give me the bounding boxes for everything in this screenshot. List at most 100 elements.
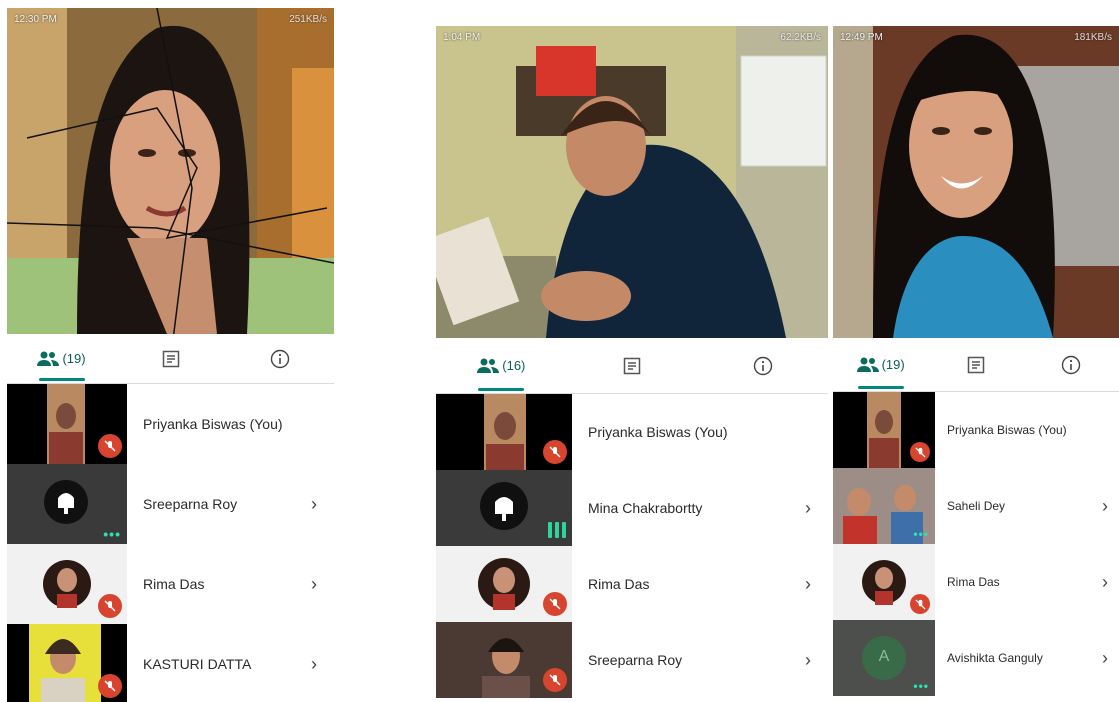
video-frame (833, 26, 1119, 338)
chevron-right-icon: › (805, 497, 811, 518)
participant-thumbnail: ••• (7, 464, 127, 544)
participant-thumbnail (436, 394, 572, 470)
tab-chat[interactable] (116, 334, 225, 383)
main-video: 1:04 PM 62.2KB/s (436, 26, 828, 338)
participant-row[interactable]: A ••• Avishikta Ganguly › (833, 620, 1119, 696)
info-icon (270, 349, 289, 368)
participant-row[interactable]: ••• Sreeparna Roy › (7, 464, 334, 544)
participant-row[interactable]: Rima Das › (7, 544, 334, 624)
status-bar: 1:04 PM 62.2KB/s (436, 26, 828, 48)
main-video: 12:49 PM 181KB/s (833, 26, 1119, 338)
mic-off-icon (543, 668, 567, 692)
participant-row[interactable]: Priyanka Biswas (You) (7, 384, 334, 464)
chevron-right-icon: › (311, 573, 317, 594)
mic-off-icon (98, 594, 122, 618)
mic-off-icon (98, 674, 122, 698)
tab-participants[interactable]: (19) (833, 338, 928, 391)
participant-thumbnail (436, 546, 572, 622)
participant-name: KASTURI DATTA (143, 656, 252, 672)
participant-name: Priyanka Biswas (You) (588, 424, 728, 440)
video-frame (7, 8, 334, 334)
network-speed: 62.2KB/s (780, 31, 821, 43)
participant-name: Saheli Dey (947, 499, 1006, 513)
chat-icon (623, 357, 641, 374)
tab-bar: (16) (436, 338, 828, 394)
participant-thumbnail (7, 384, 127, 464)
participant-name: Sreeparna Roy (143, 496, 238, 512)
participant-thumbnail (436, 622, 572, 698)
screenshot-2: 1:04 PM 62.2KB/s (16) Priyanka Biswas (Y… (436, 26, 828, 702)
main-video: 12:30 PM 251KB/s (7, 8, 334, 334)
speaking-indicator: ••• (913, 527, 929, 541)
participant-list: Priyanka Biswas (You) ••• Saheli Dey › R… (833, 392, 1119, 696)
participant-name: Priyanka Biswas (You) (947, 423, 1067, 437)
participant-name: Rima Das (143, 576, 205, 592)
participant-list: Priyanka Biswas (You) ••• Sreeparna Roy … (7, 384, 334, 702)
participant-row[interactable]: Mina Chakrabortty › (436, 470, 828, 546)
participant-thumbnail (833, 392, 935, 468)
tab-info[interactable] (1024, 338, 1119, 391)
chevron-right-icon: › (805, 649, 811, 670)
participants-count: (16) (502, 358, 526, 373)
status-time: 1:04 PM (443, 31, 481, 43)
participants-count: (19) (62, 351, 86, 366)
tab-bar: (19) (833, 338, 1119, 392)
chevron-right-icon: › (311, 653, 317, 674)
speaking-indicator: ••• (913, 679, 929, 693)
video-frame (436, 26, 828, 338)
speaking-indicator (548, 522, 566, 538)
participant-row[interactable]: Priyanka Biswas (You) (436, 394, 828, 470)
tab-bar: (19) (7, 334, 334, 384)
avatar-letter: A (878, 648, 890, 665)
participant-name: Rima Das (947, 575, 1000, 589)
chevron-right-icon: › (1102, 571, 1108, 592)
participant-name: Rima Das (588, 576, 650, 592)
status-bar: 12:49 PM 181KB/s (833, 26, 1119, 48)
tab-participants[interactable]: (19) (7, 334, 116, 383)
status-time: 12:49 PM (840, 31, 883, 43)
tab-info[interactable] (697, 338, 828, 393)
screenshot-1: 12:30 PM 251KB/s (19) Priyanka Biswas (Y… (7, 8, 334, 702)
chevron-right-icon: › (805, 573, 811, 594)
participant-row[interactable]: Rima Das › (436, 546, 828, 622)
chevron-right-icon: › (311, 493, 317, 514)
participant-name: Mina Chakrabortty (588, 500, 703, 516)
people-icon (856, 357, 879, 372)
people-icon (477, 358, 500, 373)
chevron-right-icon: › (1102, 647, 1108, 668)
network-speed: 181KB/s (1074, 31, 1112, 43)
participant-row[interactable]: KASTURI DATTA › (7, 624, 334, 702)
participant-row[interactable]: Rima Das › (833, 544, 1119, 620)
info-icon (1062, 355, 1081, 374)
participant-name: Priyanka Biswas (You) (143, 416, 283, 432)
participant-thumbnail (436, 470, 572, 546)
participant-thumbnail: ••• (833, 468, 935, 544)
participant-row[interactable]: ••• Saheli Dey › (833, 468, 1119, 544)
mic-off-icon (543, 440, 567, 464)
tab-info[interactable] (225, 334, 334, 383)
participant-list: Priyanka Biswas (You) Mina Chakrabortty … (436, 394, 828, 698)
participant-name: Sreeparna Roy (588, 652, 683, 668)
participant-row[interactable]: Sreeparna Roy › (436, 622, 828, 698)
chevron-right-icon: › (1102, 495, 1108, 516)
network-speed: 251KB/s (289, 13, 327, 25)
status-bar: 12:30 PM 251KB/s (7, 8, 334, 30)
participant-row[interactable]: Priyanka Biswas (You) (833, 392, 1119, 468)
tab-chat[interactable] (567, 338, 698, 393)
screenshot-3: 12:49 PM 181KB/s (19) Priyanka Biswas (Y… (833, 26, 1119, 702)
participant-thumbnail (7, 624, 127, 702)
people-icon (37, 351, 60, 366)
status-time: 12:30 PM (14, 13, 57, 25)
mic-off-icon (543, 592, 567, 616)
participant-thumbnail (7, 544, 127, 624)
participant-name: Avishikta Ganguly (947, 651, 1043, 665)
mic-off-icon (910, 594, 930, 614)
chat-icon (162, 350, 179, 367)
tab-chat[interactable] (928, 338, 1023, 391)
tab-participants[interactable]: (16) (436, 338, 567, 393)
speaking-indicator: ••• (103, 526, 121, 542)
participant-thumbnail: A ••• (833, 620, 935, 696)
participant-thumbnail (833, 544, 935, 620)
mic-off-icon (98, 434, 122, 458)
participants-count: (19) (881, 357, 905, 372)
